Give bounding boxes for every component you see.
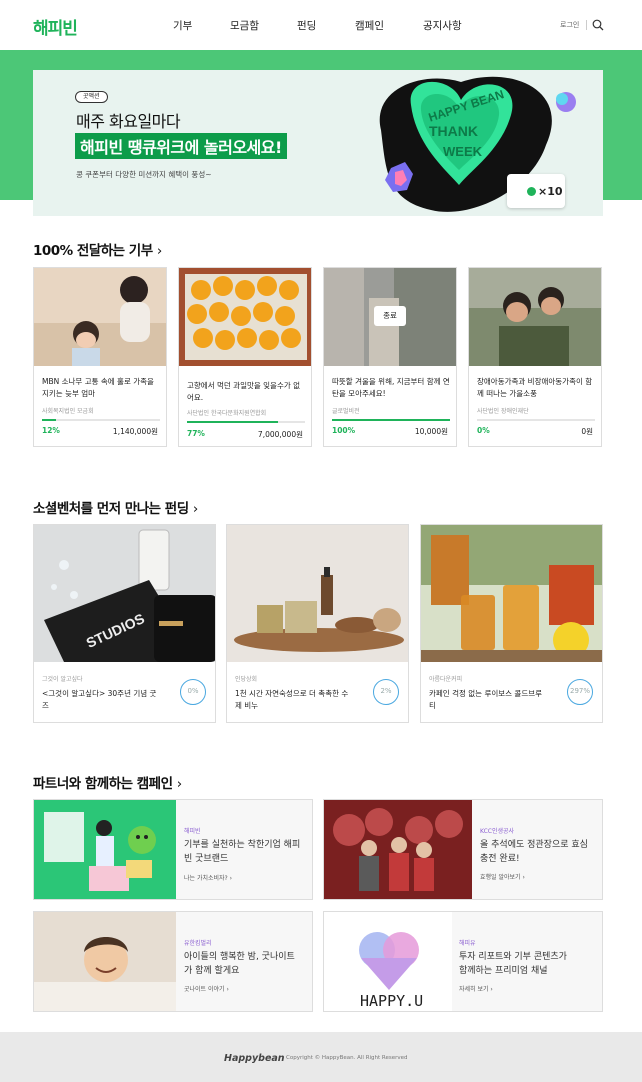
donation-amount: 1,140,000원	[112, 427, 158, 436]
nav-fundbox[interactable]: 모금함	[230, 18, 259, 33]
donation-amount: 10,000원	[414, 427, 448, 436]
funding-card-title: 1천 시간 자연숙성으로 더 촉촉한 수제 비누	[235, 689, 349, 710]
campaign-card-partner: 유한킴벌리	[184, 940, 212, 947]
footer-copyright: Copyright © HappyBean. All Right Reserve…	[286, 1055, 408, 1061]
donation-title-text: 100% 전달하는 기부	[33, 243, 153, 259]
login-link[interactable]: 로그인	[560, 20, 579, 30]
hero-chip: 곳액션	[75, 91, 108, 103]
donation-card[interactable]: 고향에서 먹던 과일맛을 잊을수가 없어요. 사단법인 한국다문화지원연합회 7…	[178, 267, 312, 447]
ended-badge: 종료	[374, 306, 406, 326]
campaign-card[interactable]: 해피빈 기부를 실천하는 착한기업 해피빈 굿브랜드 나는 가치소비자? ›	[33, 799, 313, 900]
bean-icon	[527, 187, 536, 196]
funding-title-text: 소셜벤처를 먼저 만나는 펀딩	[33, 501, 189, 517]
funding-card-image: STUDIOS	[34, 525, 215, 662]
campaign-card-title: 아이들의 행복한 밤, 굿나이트가 함께 할게요	[184, 952, 295, 976]
nav-notice[interactable]: 공지사항	[423, 18, 462, 33]
donation-card-image	[34, 268, 166, 366]
campaign-card-image	[34, 912, 176, 1011]
funding-card[interactable]: 인당상회 1천 시간 자연숙성으로 더 촉촉한 수제 비누 2%	[226, 524, 409, 723]
donation-card-image	[469, 268, 601, 366]
funding-card[interactable]: STUDIOS 그것이 알고싶다 <그것이 알고싶다> 30주년 기념 굿즈 0…	[33, 524, 216, 723]
campaign-card-title: 투자 리포트와 기부 콘텐츠가 함께하는 프리미엄 채널	[459, 952, 567, 976]
funding-card[interactable]: 아름다운커피 카페인 걱정 없는 루이보스 콜드브루티 297%	[420, 524, 603, 723]
funding-card-image	[227, 525, 408, 662]
hero-line3: 콩 쿠폰부터 다양한 미션까지 혜택이 풍성~	[76, 170, 212, 179]
chevron-right-icon: ›	[176, 776, 182, 792]
nav-funding[interactable]: 펀딩	[297, 18, 316, 33]
donation-card-title: MBN 소나무 고통 속에 홀로 가족을 지키는 늦부 엄마	[42, 377, 154, 398]
campaign-card-partner: 해피빈	[184, 828, 201, 835]
funding-card-image	[421, 525, 602, 662]
page-footer: Happybean Copyright © HappyBean. All Rig…	[0, 1032, 642, 1082]
progress-percent: 12%	[42, 426, 60, 435]
campaign-card-image	[34, 800, 176, 899]
donation-amount: 7,000,000원	[257, 430, 303, 439]
nav-campaign[interactable]: 캠페인	[355, 18, 384, 33]
progress-bar	[187, 421, 305, 423]
progress-percent: 77%	[187, 429, 205, 438]
campaign-card-partner: KCC인생공사	[480, 828, 515, 835]
multiplier-text: ×10	[538, 185, 563, 198]
funding-card-category: 인당상회	[235, 676, 258, 683]
donation-card-org: 글로벌비전	[332, 408, 360, 415]
donation-card-title: 장애아동가족과 비장애아동가족이 함께 떠나는 가을소풍	[477, 377, 593, 398]
progress-percent: 100%	[332, 426, 356, 435]
donation-card[interactable]: 종료 따뜻할 겨울을 위해, 지금부터 함께 연탄을 모아주세요! 글로벌비전 …	[323, 267, 457, 447]
campaign-card-link[interactable]: 굿나이트 이야기 ›	[184, 984, 229, 993]
chevron-right-icon: ›	[192, 501, 198, 517]
campaign-card[interactable]: 유한킴벌리 아이들의 행복한 밤, 굿나이트가 함께 할게요 굿나이트 이야기 …	[33, 911, 313, 1012]
progress-percent: 0%	[477, 426, 490, 435]
chevron-right-icon: ›	[156, 243, 162, 259]
hero-line2: 해피빈 땡큐위크에 놀러오세요!	[75, 133, 287, 159]
funding-card-title: 카페인 걱정 없는 루이보스 콜드브루티	[429, 689, 543, 710]
donation-card-title: 따뜻할 겨울을 위해, 지금부터 함께 연탄을 모아주세요!	[332, 377, 450, 398]
funding-section-title[interactable]: 소셜벤처를 먼저 만나는 펀딩 ›	[33, 497, 198, 517]
donation-card-org: 사단법인 장애인재단	[477, 408, 529, 415]
svg-text:WEEK: WEEK	[443, 144, 483, 159]
funding-percent-ring: 0%	[180, 679, 206, 705]
campaign-card-title: 올 추석에도 정관장으로 효심 충전 완료!	[480, 840, 588, 864]
search-icon[interactable]	[592, 19, 604, 31]
campaign-title-text: 파트너와 함께하는 캠페인	[33, 776, 173, 792]
funding-percent-ring: 297%	[567, 679, 593, 705]
donation-card-title: 고향에서 먹던 과일맛을 잊을수가 없어요.	[187, 381, 301, 402]
funding-card-title: <그것이 알고싶다> 30주년 기념 굿즈	[42, 689, 157, 710]
top-header: 해피빈 기부 모금함 펀딩 캠페인 공지사항 로그인	[0, 0, 642, 50]
campaign-card-link[interactable]: 자세히 보기 ›	[459, 984, 493, 993]
funding-card-category: 그것이 알고싶다	[42, 676, 83, 683]
campaign-card-image: HAPPY.U	[324, 912, 452, 1011]
donation-amount: 0원	[581, 427, 593, 436]
header-divider	[586, 20, 587, 30]
campaign-card[interactable]: KCC인생공사 올 추석에도 정관장으로 효심 충전 완료! 효행일 알아보기 …	[323, 799, 603, 900]
campaign-card[interactable]: HAPPY.U 해피유 투자 리포트와 기부 콘텐츠가 함께하는 프리미엄 채널…	[323, 911, 603, 1012]
hero-heart-illustration: HAPPY BEAN THANK WEEK	[379, 76, 576, 212]
campaign-card-link[interactable]: 나는 가치소비자? ›	[184, 873, 232, 882]
happybean-logo[interactable]: 해피빈	[33, 14, 78, 39]
svg-text:THANK: THANK	[429, 123, 478, 139]
donation-card[interactable]: MBN 소나무 고통 속에 홀로 가족을 지키는 늦부 엄마 사회복지법인 모금…	[33, 267, 167, 447]
donation-card[interactable]: 장애아동가족과 비장애아동가족이 함께 떠나는 가을소풍 사단법인 장애인재단 …	[468, 267, 602, 447]
donation-section-title[interactable]: 100% 전달하는 기부 ›	[33, 239, 162, 259]
donation-card-org: 사단법인 한국다문화지원연합회	[187, 410, 267, 417]
footer-logo: Happybean	[224, 1053, 285, 1064]
progress-bar	[42, 419, 160, 421]
funding-card-category: 아름다운커피	[429, 676, 463, 683]
campaign-card-partner: 해피유	[459, 940, 476, 947]
bean-multiplier-badge: ×10	[507, 174, 565, 208]
donation-card-org: 사회복지법인 모금회	[42, 408, 94, 415]
happyu-logo-text: HAPPY.U	[360, 992, 423, 1010]
hero-banner[interactable]: 곳액션 매주 화요일마다 해피빈 땡큐위크에 놀러오세요! 콩 쿠폰부터 다양한…	[33, 70, 603, 216]
nav-donate[interactable]: 기부	[173, 18, 192, 33]
funding-percent-ring: 2%	[373, 679, 399, 705]
hero-line1: 매주 화요일마다	[76, 112, 181, 131]
campaign-section-title[interactable]: 파트너와 함께하는 캠페인 ›	[33, 772, 182, 792]
campaign-card-link[interactable]: 효행일 알아보기 ›	[480, 872, 525, 881]
progress-bar	[477, 419, 595, 421]
campaign-card-image	[324, 800, 472, 899]
campaign-card-title: 기부를 실천하는 착한기업 해피빈 굿브랜드	[184, 840, 301, 864]
progress-bar	[332, 419, 450, 421]
donation-card-image	[179, 268, 311, 366]
